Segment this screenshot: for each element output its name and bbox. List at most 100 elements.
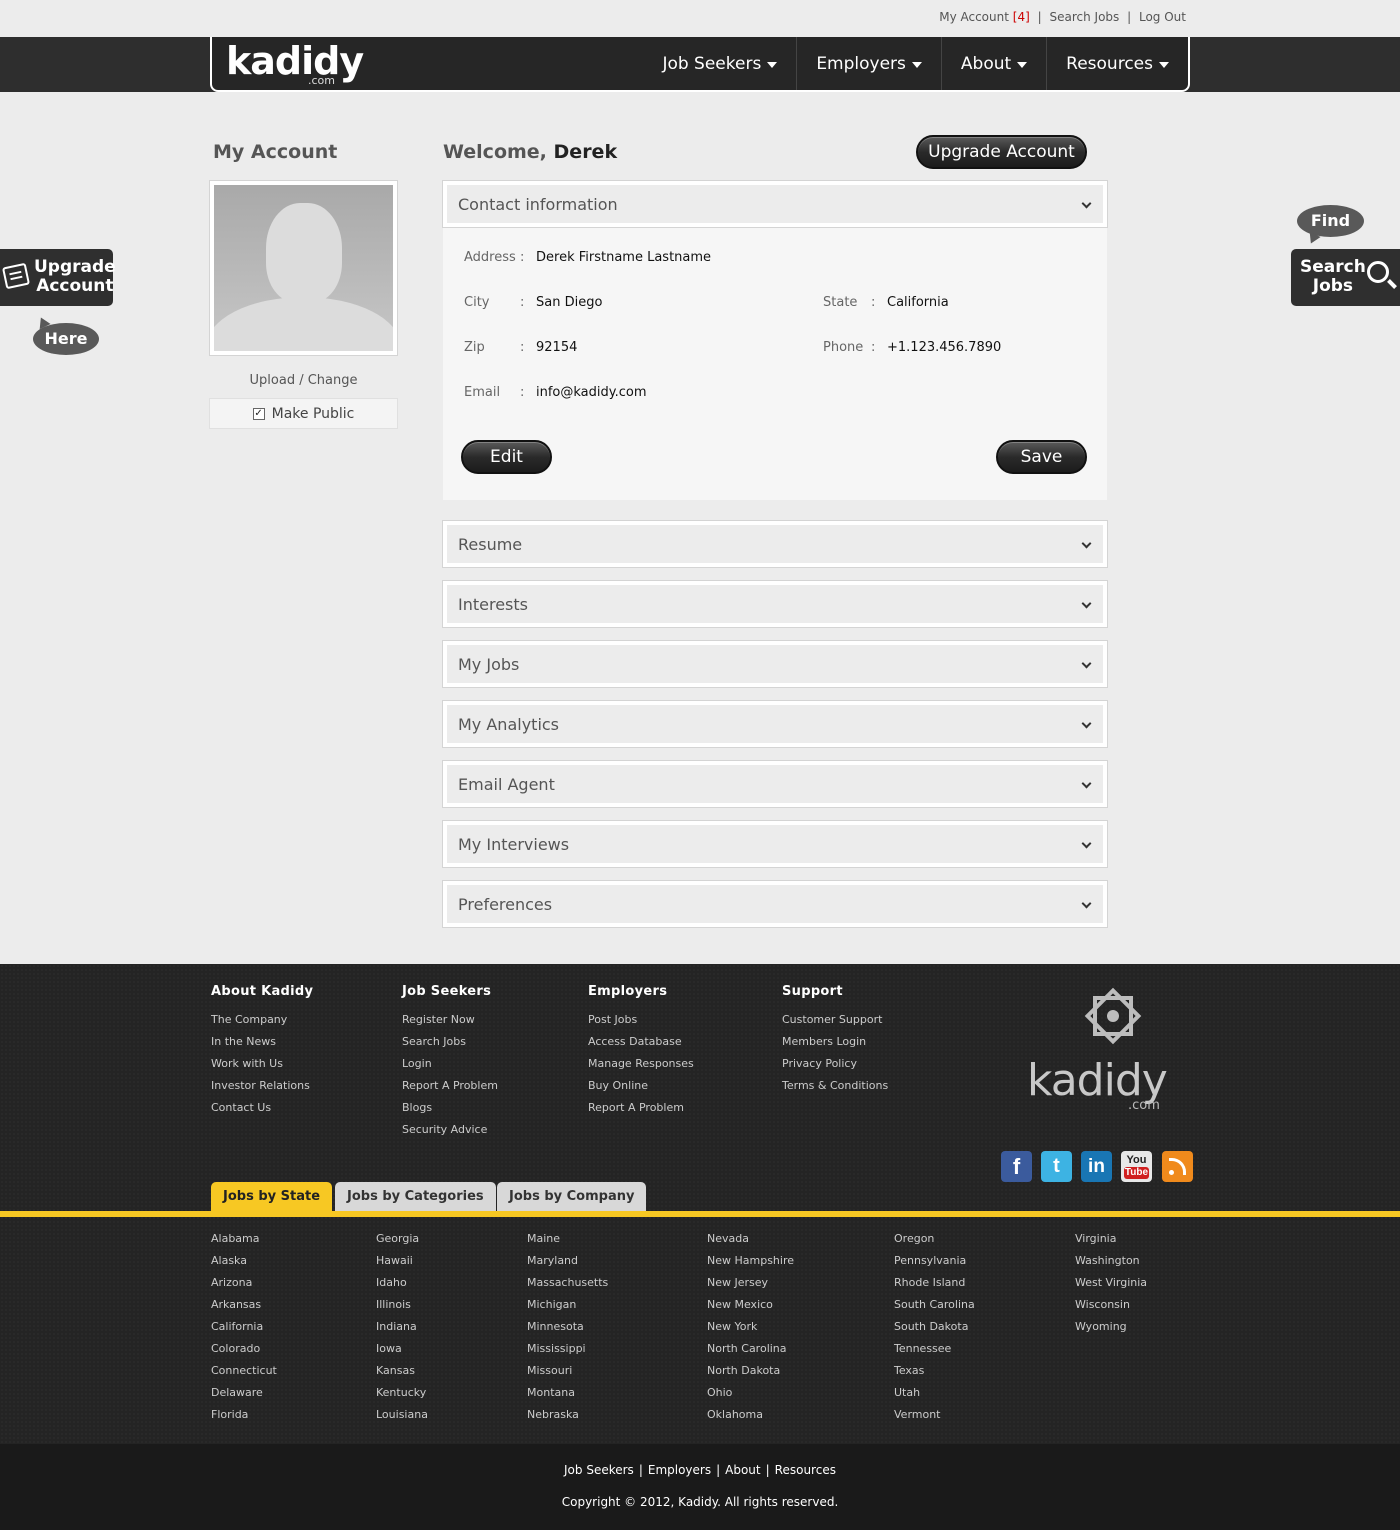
state-link[interactable]: Tennessee (894, 1342, 975, 1356)
here-speech-bubble[interactable]: Here (33, 323, 99, 355)
state-link[interactable]: Illinois (376, 1298, 428, 1312)
state-link[interactable]: Louisiana (376, 1408, 428, 1422)
state-link[interactable]: Oregon (894, 1232, 975, 1246)
state-link[interactable]: Michigan (527, 1298, 608, 1312)
state-link[interactable]: Indiana (376, 1320, 428, 1334)
panel-my-jobs[interactable]: My Jobs (442, 640, 1108, 688)
state-link[interactable]: New York (707, 1320, 794, 1334)
facebook-icon[interactable]: f (1001, 1151, 1032, 1182)
footer-link[interactable]: Buy Online (588, 1079, 694, 1093)
nav-about[interactable]: About (940, 37, 1046, 90)
footer-link[interactable]: The Company (211, 1013, 313, 1027)
panel-preferences[interactable]: Preferences (442, 880, 1108, 928)
bottom-link-resources[interactable]: Resources (775, 1463, 836, 1477)
tab-jobs-by-categories[interactable]: Jobs by Categories (335, 1182, 496, 1212)
state-link[interactable]: South Carolina (894, 1298, 975, 1312)
panel-interests[interactable]: Interests (442, 580, 1108, 628)
footer-link[interactable]: Security Advice (402, 1123, 498, 1137)
footer-link[interactable]: Access Database (588, 1035, 694, 1049)
upload-change-link[interactable]: Upload / Change (209, 373, 398, 388)
find-speech-bubble[interactable]: Find (1297, 205, 1364, 237)
state-link[interactable]: Connecticut (211, 1364, 277, 1378)
state-link[interactable]: Minnesota (527, 1320, 608, 1334)
make-public-toggle[interactable]: ✓ Make Public (209, 398, 398, 429)
state-link[interactable]: Florida (211, 1408, 277, 1422)
nav-job-seekers[interactable]: Job Seekers (643, 37, 796, 90)
footer-link[interactable]: Register Now (402, 1013, 498, 1027)
tab-jobs-by-company[interactable]: Jobs by Company (497, 1182, 647, 1212)
upgrade-account-button[interactable]: Upgrade Account (916, 135, 1087, 169)
panel-email-agent[interactable]: Email Agent (442, 760, 1108, 808)
footer-link[interactable]: Work with Us (211, 1057, 313, 1071)
footer-link[interactable]: Terms & Conditions (782, 1079, 888, 1093)
state-link[interactable]: Ohio (707, 1386, 794, 1400)
state-link[interactable]: Idaho (376, 1276, 428, 1290)
state-link[interactable]: New Jersey (707, 1276, 794, 1290)
bottom-link-job-seekers[interactable]: Job Seekers (564, 1463, 634, 1477)
state-link[interactable]: Texas (894, 1364, 975, 1378)
bottom-link-about[interactable]: About (725, 1463, 760, 1477)
panel-my-analytics[interactable]: My Analytics (442, 700, 1108, 748)
state-link[interactable]: New Hampshire (707, 1254, 794, 1268)
checkbox-checked-icon[interactable]: ✓ (252, 407, 265, 420)
rss-icon[interactable] (1162, 1151, 1193, 1182)
log-out-link[interactable]: Log Out (1139, 10, 1186, 24)
state-link[interactable]: Pennsylvania (894, 1254, 975, 1268)
state-link[interactable]: New Mexico (707, 1298, 794, 1312)
panel-contact-information[interactable]: Contact information (442, 180, 1108, 228)
state-link[interactable]: Oklahoma (707, 1408, 794, 1422)
state-link[interactable]: North Dakota (707, 1364, 794, 1378)
notification-count[interactable]: [4] (1013, 10, 1030, 24)
footer-link[interactable]: Customer Support (782, 1013, 888, 1027)
state-link[interactable]: Missouri (527, 1364, 608, 1378)
my-account-link[interactable]: My Account (939, 10, 1009, 24)
state-link[interactable]: Nevada (707, 1232, 794, 1246)
footer-link[interactable]: Manage Responses (588, 1057, 694, 1071)
state-link[interactable]: Rhode Island (894, 1276, 975, 1290)
state-link[interactable]: North Carolina (707, 1342, 794, 1356)
site-logo[interactable]: kadidy (226, 39, 364, 83)
state-link[interactable]: Kansas (376, 1364, 428, 1378)
state-link[interactable]: Nebraska (527, 1408, 608, 1422)
state-link[interactable]: Delaware (211, 1386, 277, 1400)
state-link[interactable]: Kentucky (376, 1386, 428, 1400)
footer-link[interactable]: Report A Problem (588, 1101, 694, 1115)
state-link[interactable]: West Virginia (1075, 1276, 1147, 1290)
state-link[interactable]: Maryland (527, 1254, 608, 1268)
linkedin-icon[interactable]: in (1081, 1151, 1112, 1182)
state-link[interactable]: Wisconsin (1075, 1298, 1147, 1312)
footer-link[interactable]: Investor Relations (211, 1079, 313, 1093)
state-link[interactable]: Hawaii (376, 1254, 428, 1268)
state-link[interactable]: Vermont (894, 1408, 975, 1422)
nav-employers[interactable]: Employers (796, 37, 941, 90)
state-link[interactable]: Montana (527, 1386, 608, 1400)
footer-link[interactable]: Blogs (402, 1101, 498, 1115)
footer-link[interactable]: Search Jobs (402, 1035, 498, 1049)
panel-resume[interactable]: Resume (442, 520, 1108, 568)
state-link[interactable]: Virginia (1075, 1232, 1147, 1246)
state-link[interactable]: Georgia (376, 1232, 428, 1246)
state-link[interactable]: Massachusetts (527, 1276, 608, 1290)
footer-link[interactable]: Login (402, 1057, 498, 1071)
footer-link[interactable]: Members Login (782, 1035, 888, 1049)
state-link[interactable]: California (211, 1320, 277, 1334)
state-link[interactable]: South Dakota (894, 1320, 975, 1334)
youtube-icon[interactable]: You Tube (1121, 1151, 1152, 1182)
twitter-icon[interactable]: t (1041, 1151, 1072, 1182)
tab-jobs-by-state[interactable]: Jobs by State (211, 1182, 333, 1212)
search-jobs-link[interactable]: Search Jobs (1049, 10, 1119, 24)
footer-link[interactable]: Contact Us (211, 1101, 313, 1115)
nav-resources[interactable]: Resources (1046, 37, 1188, 90)
state-link[interactable]: Alabama (211, 1232, 277, 1246)
state-link[interactable]: Washington (1075, 1254, 1147, 1268)
state-link[interactable]: Alaska (211, 1254, 277, 1268)
search-jobs-side-tab[interactable]: Search Jobs (1291, 249, 1400, 306)
upgrade-account-side-tab[interactable]: Upgrade Account (0, 249, 116, 306)
state-link[interactable]: Iowa (376, 1342, 428, 1356)
edit-button[interactable]: Edit (461, 440, 552, 474)
footer-link[interactable]: Post Jobs (588, 1013, 694, 1027)
footer-link[interactable]: Privacy Policy (782, 1057, 888, 1071)
state-link[interactable]: Mississippi (527, 1342, 608, 1356)
footer-link[interactable]: In the News (211, 1035, 313, 1049)
state-link[interactable]: Wyoming (1075, 1320, 1147, 1334)
